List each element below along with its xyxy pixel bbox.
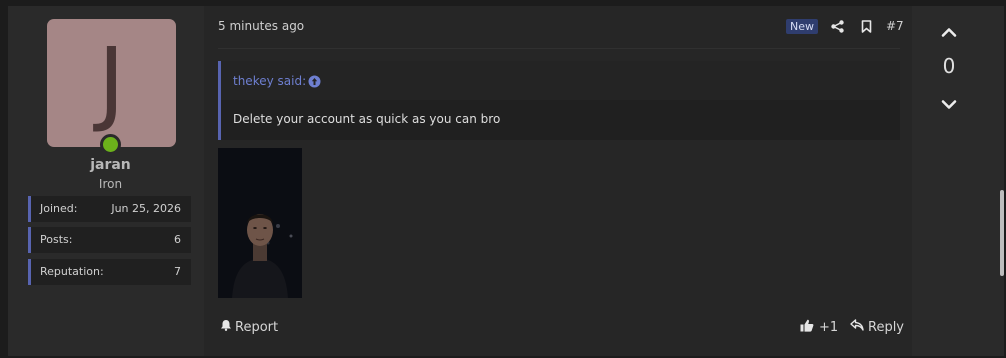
stat-label: Joined: bbox=[40, 202, 78, 215]
user-info-panel: J jaran Iron Joined: Jun 25, 2026 Posts:… bbox=[8, 6, 204, 356]
like-count: +1 bbox=[819, 320, 839, 335]
online-status-indicator bbox=[100, 134, 121, 155]
forum-post: J jaran Iron Joined: Jun 25, 2026 Posts:… bbox=[8, 6, 1004, 356]
username-link[interactable]: jaran bbox=[8, 157, 213, 173]
stat-posts: Posts: 6 bbox=[28, 227, 191, 253]
stat-value: Jun 25, 2026 bbox=[111, 202, 181, 215]
vote-score: 0 bbox=[942, 54, 956, 78]
page-scrollbar-thumb[interactable] bbox=[1000, 190, 1004, 276]
stat-label: Posts: bbox=[40, 233, 73, 246]
reply-button[interactable]: Reply bbox=[850, 319, 904, 335]
like-button[interactable]: +1 bbox=[800, 319, 838, 336]
reply-label: Reply bbox=[868, 319, 905, 335]
stat-joined: Joined: Jun 25, 2026 bbox=[28, 196, 191, 222]
post-content: 5 minutes ago New #7 thekey said: Delete… bbox=[204, 6, 912, 356]
stat-value: 6 bbox=[174, 233, 181, 246]
header-divider bbox=[218, 48, 900, 49]
upvote-chevron-up-icon[interactable] bbox=[941, 23, 957, 37]
new-badge: New bbox=[786, 19, 818, 34]
thumbs-up-icon bbox=[800, 319, 814, 336]
downvote-chevron-down-icon[interactable] bbox=[941, 96, 957, 109]
avatar-letter: J bbox=[97, 28, 126, 135]
arrow-circle-up-icon[interactable] bbox=[308, 73, 321, 92]
post-number-link[interactable]: #7 bbox=[886, 19, 904, 33]
avatar[interactable]: J bbox=[47, 19, 176, 147]
quote-text: Delete your account as quick as you can … bbox=[233, 112, 501, 126]
quote-block: thekey said: Delete your account as quic… bbox=[218, 61, 900, 140]
bell-icon bbox=[220, 319, 232, 335]
reply-arrow-icon bbox=[850, 319, 864, 335]
stat-value: 7 bbox=[174, 265, 181, 278]
stat-label: Reputation: bbox=[40, 265, 104, 278]
vote-panel: 0 bbox=[912, 6, 1004, 356]
quote-author-link[interactable]: thekey said: bbox=[233, 74, 306, 88]
bookmark-icon[interactable] bbox=[858, 18, 874, 34]
share-icon[interactable] bbox=[829, 18, 845, 34]
quote-header: thekey said: bbox=[221, 61, 900, 100]
report-button[interactable]: Report bbox=[220, 319, 278, 335]
attached-video-thumbnail[interactable] bbox=[218, 148, 302, 298]
user-title: Iron bbox=[98, 177, 123, 191]
post-date-link[interactable]: 5 minutes ago bbox=[218, 19, 304, 33]
stat-reputation: Reputation: 7 bbox=[28, 259, 191, 285]
report-label: Report bbox=[235, 319, 279, 335]
